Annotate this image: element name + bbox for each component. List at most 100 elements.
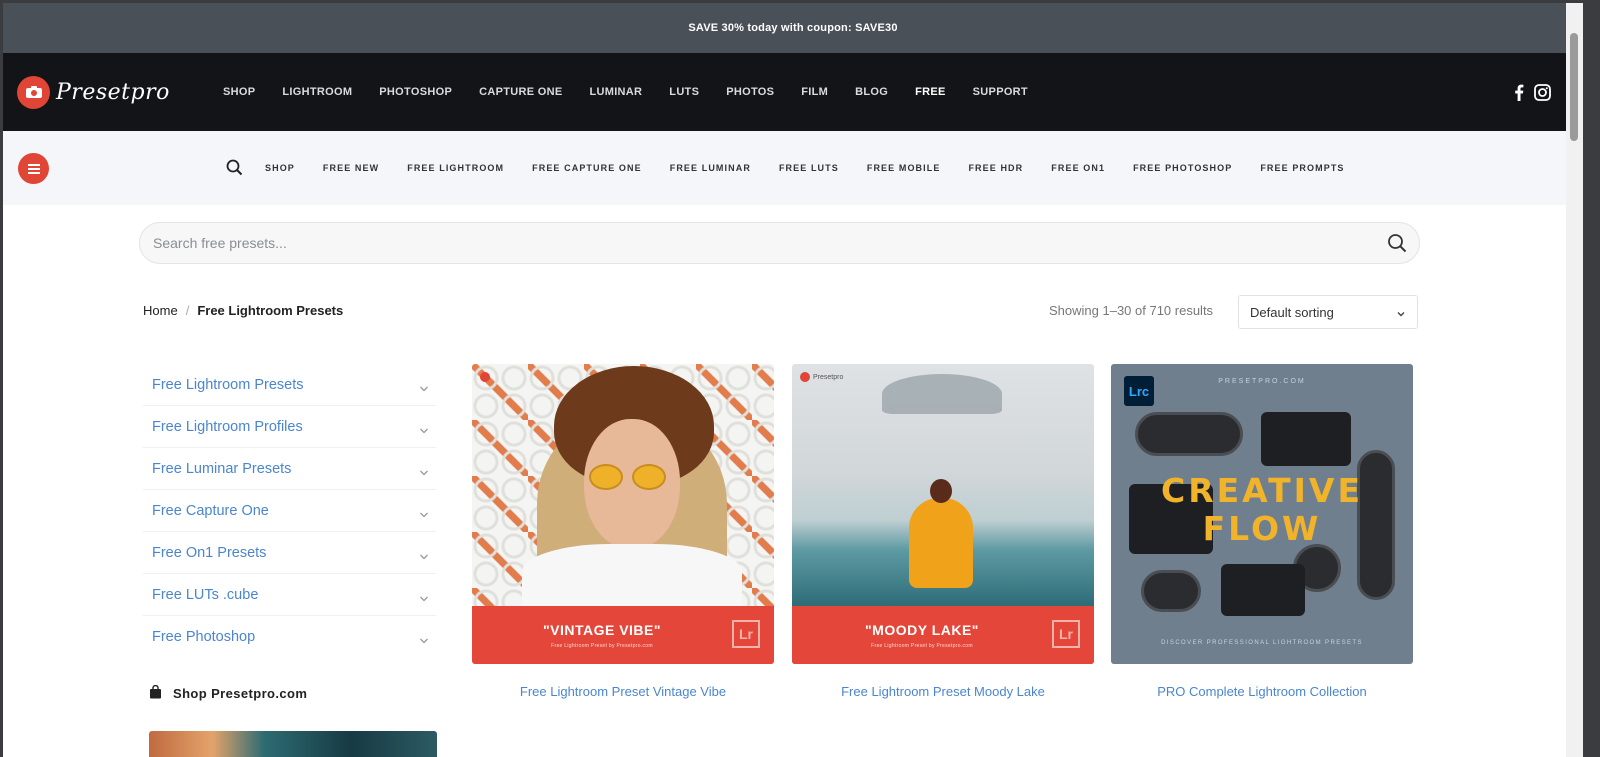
product-card[interactable]: Lrc PRESETPRO.COM CREATIVE FLOW DISCOVER… <box>1111 364 1413 699</box>
subnav-item-free-prompts[interactable]: FREE PROMPTS <box>1260 163 1344 173</box>
browser-viewport: SAVE 30% today with coupon: SAVE30 Prese… <box>3 3 1583 757</box>
main-navigation: Presetpro SHOP LIGHTROOM PHOTOSHOP CAPTU… <box>3 53 1583 131</box>
category-free-lightroom-presets[interactable]: Free Lightroom Presets <box>143 364 436 406</box>
product-card[interactable]: Presetpro "MOODY LAKE" Free Lightroom Pr… <box>792 364 1094 699</box>
breadcrumb-current: Free Lightroom Presets <box>197 303 344 318</box>
main-menu: SHOP LIGHTROOM PHOTOSHOP CAPTURE ONE LUM… <box>223 86 1055 98</box>
menu-item-lightroom[interactable]: LIGHTROOM <box>282 86 352 98</box>
logo-text: Presetpro <box>56 79 170 105</box>
shop-link-label: Shop Presetpro.com <box>173 686 308 701</box>
menu-item-photoshop[interactable]: PHOTOSHOP <box>379 86 452 98</box>
scrollbar-thumb[interactable] <box>1570 33 1578 141</box>
category-label: Free Photoshop <box>152 629 256 645</box>
mini-logo-text: Presetpro <box>813 373 844 381</box>
category-free-luminar-presets[interactable]: Free Luminar Presets <box>143 448 436 490</box>
subnav-item-free-lightroom[interactable]: FREE LIGHTROOM <box>407 163 504 173</box>
lightroom-badge-icon: Lr <box>732 620 760 648</box>
chevron-down-icon[interactable] <box>419 465 429 481</box>
menu-item-shop[interactable]: SHOP <box>223 86 255 98</box>
menu-item-blog[interactable]: BLOG <box>855 86 888 98</box>
collection-site-text: PRESETPRO.COM <box>1218 378 1306 385</box>
banner-title: "VINTAGE VIBE" <box>542 622 662 638</box>
product-banner: "MOODY LAKE" Free Lightroom Preset by Pr… <box>792 606 1094 664</box>
subnav-item-free-new[interactable]: FREE NEW <box>323 163 379 173</box>
subnav-item-free-hdr[interactable]: FREE HDR <box>968 163 1023 173</box>
banner-subtitle: Free Lightroom Preset by Presetpro.com <box>551 643 653 649</box>
chevron-down-icon[interactable] <box>419 381 429 397</box>
breadcrumb-separator: / <box>185 303 190 318</box>
promo-bar: SAVE 30% today with coupon: SAVE30 <box>3 3 1583 53</box>
social-links <box>1514 53 1551 131</box>
logo[interactable]: Presetpro <box>17 75 202 109</box>
shop-presetpro-link[interactable]: Shop Presetpro.com <box>149 684 308 702</box>
product-banner: "VINTAGE VIBE" Free Lightroom Preset by … <box>472 606 774 664</box>
banner-title: "MOODY LAKE" <box>865 622 979 638</box>
menu-item-support[interactable]: SUPPORT <box>973 86 1028 98</box>
collection-headline: CREATIVE FLOW <box>1111 472 1413 548</box>
sidebar-promo-image[interactable] <box>149 731 437 757</box>
subnav-item-free-on1[interactable]: FREE ON1 <box>1051 163 1105 173</box>
search-submit-icon[interactable] <box>1387 233 1407 258</box>
chevron-down-icon[interactable] <box>419 633 429 649</box>
chevron-down-icon <box>1396 307 1406 322</box>
category-free-lightroom-profiles[interactable]: Free Lightroom Profiles <box>143 406 436 448</box>
subnav-item-free-luts[interactable]: FREE LUTS <box>779 163 839 173</box>
product-card[interactable]: "VINTAGE VIBE" Free Lightroom Preset by … <box>472 364 774 699</box>
category-label: Free Lightroom Profiles <box>152 418 303 435</box>
chevron-down-icon[interactable] <box>419 507 429 523</box>
breadcrumb-home[interactable]: Home <box>143 303 178 318</box>
shopping-bag-icon <box>149 684 162 702</box>
sorting-select[interactable]: Default sorting <box>1238 295 1418 329</box>
search-icon[interactable] <box>226 159 243 181</box>
category-label: Free Capture One <box>152 502 269 519</box>
product-title[interactable]: Free Lightroom Preset Vintage Vibe <box>472 684 774 699</box>
headline-line-1: CREATIVE <box>1160 471 1364 510</box>
category-free-luts-cube[interactable]: Free LUTs .cube <box>143 574 436 616</box>
subnav-item-free-photoshop[interactable]: FREE PHOTOSHOP <box>1133 163 1232 173</box>
category-free-photoshop[interactable]: Free Photoshop <box>143 616 436 658</box>
subnav-item-free-capture-one[interactable]: FREE CAPTURE ONE <box>532 163 642 173</box>
banner-subtitle: Free Lightroom Preset by Presetpro.com <box>871 643 973 649</box>
lightroom-badge-icon: Lr <box>1052 620 1080 648</box>
category-label: Free Luminar Presets <box>152 460 292 477</box>
camera-icon <box>17 75 50 109</box>
hamburger-icon <box>27 163 40 174</box>
search-bar <box>139 222 1420 264</box>
chevron-down-icon[interactable] <box>419 591 429 607</box>
subnav-item-free-mobile[interactable]: FREE MOBILE <box>867 163 941 173</box>
product-title[interactable]: Free Lightroom Preset Moody Lake <box>792 684 1094 699</box>
breadcrumb: Home / Free Lightroom Presets <box>143 303 343 318</box>
facebook-icon[interactable] <box>1514 84 1524 101</box>
results-count: Showing 1–30 of 710 results <box>1049 303 1214 318</box>
product-title[interactable]: PRO Complete Lightroom Collection <box>1111 684 1413 699</box>
category-label: Free LUTs .cube <box>152 586 259 603</box>
menu-item-photos[interactable]: PHOTOS <box>726 86 774 98</box>
product-image-creative-flow[interactable]: Lrc PRESETPRO.COM CREATIVE FLOW DISCOVER… <box>1111 364 1413 664</box>
chevron-down-icon[interactable] <box>419 423 429 439</box>
menu-item-film[interactable]: FILM <box>801 86 828 98</box>
free-submenu: SHOP FREE NEW FREE LIGHTROOM FREE CAPTUR… <box>265 131 1373 205</box>
subnav-item-shop[interactable]: SHOP <box>265 163 295 173</box>
secondary-navigation: SHOP FREE NEW FREE LIGHTROOM FREE CAPTUR… <box>3 131 1583 205</box>
category-free-capture-one[interactable]: Free Capture One <box>143 490 436 532</box>
sorting-selected: Default sorting <box>1250 304 1334 320</box>
headline-line-2: FLOW <box>1202 509 1322 548</box>
category-label: Free On1 Presets <box>152 544 267 561</box>
menu-item-capture-one[interactable]: CAPTURE ONE <box>479 86 562 98</box>
search-input[interactable] <box>153 235 1353 251</box>
page-scrollbar[interactable] <box>1566 3 1583 757</box>
category-free-on1-presets[interactable]: Free On1 Presets <box>143 532 436 574</box>
product-image-moody-lake[interactable]: Presetpro "MOODY LAKE" Free Lightroom Pr… <box>792 364 1094 664</box>
subnav-item-free-luminar[interactable]: FREE LUMINAR <box>670 163 751 173</box>
menu-item-luts[interactable]: LUTS <box>669 86 699 98</box>
collection-tagline: DISCOVER PROFESSIONAL LIGHTROOM PRESETS <box>1161 640 1363 646</box>
product-image-vintage-vibe[interactable]: "VINTAGE VIBE" Free Lightroom Preset by … <box>472 364 774 664</box>
menu-item-luminar[interactable]: LUMINAR <box>589 86 642 98</box>
promo-text: SAVE 30% today with coupon: SAVE30 <box>688 22 898 34</box>
category-label: Free Lightroom Presets <box>152 376 304 393</box>
menu-item-free[interactable]: FREE <box>915 86 946 98</box>
chevron-down-icon[interactable] <box>419 549 429 565</box>
instagram-icon[interactable] <box>1534 83 1551 101</box>
hamburger-menu-button[interactable] <box>18 153 49 184</box>
category-sidebar: Free Lightroom Presets Free Lightroom Pr… <box>143 364 436 658</box>
